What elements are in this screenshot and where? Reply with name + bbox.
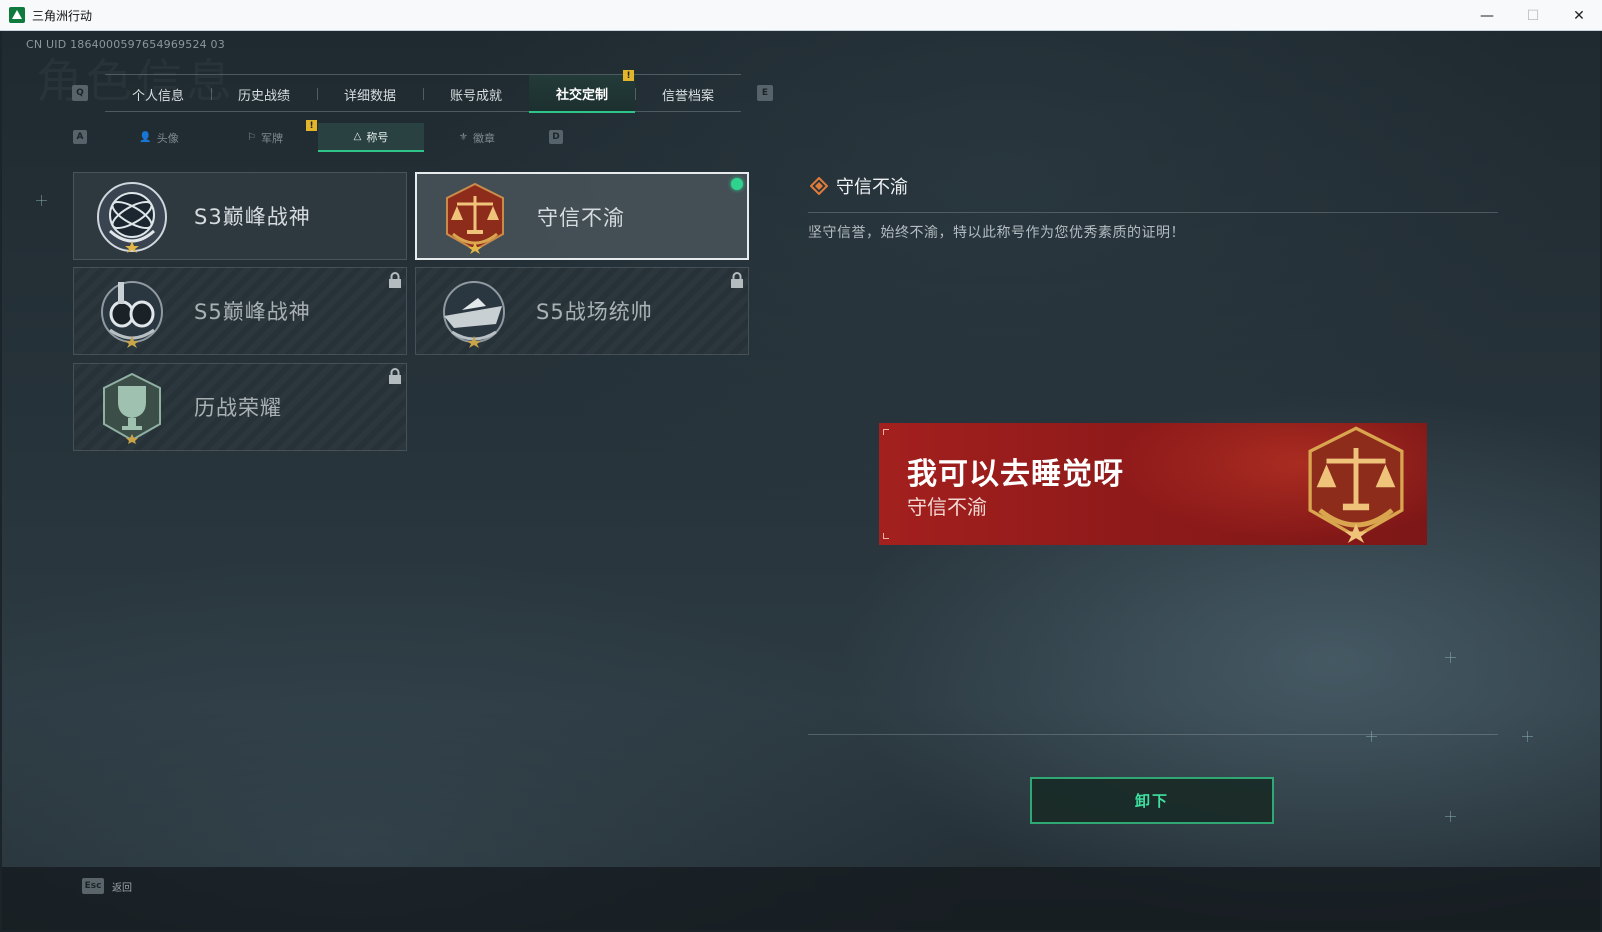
title-card-locked[interactable]: S5战场统帅	[415, 267, 749, 355]
window-titlebar: 三角洲行动 — ☐ ✕	[0, 0, 1602, 31]
subtab-label: 称号	[366, 130, 389, 144]
tab-label: 历史战绩	[237, 88, 290, 104]
person-icon: 👤	[139, 132, 152, 143]
tab-achievements[interactable]: 账号成就	[423, 75, 529, 113]
subtab-avatar[interactable]: 👤 头像	[106, 123, 212, 152]
tab-notice-badge: !	[623, 70, 634, 81]
game-viewport: 角色信息 CN UID 1864000597654969524 03 Q 个人信…	[2, 31, 1600, 930]
detail-description: 坚守信誉，始终不渝，特以此称号作为您优秀素质的证明！	[808, 225, 1185, 241]
subtab-dogtag[interactable]: ⚐ 军牌	[212, 123, 318, 152]
back-label: 返回	[112, 882, 132, 894]
tab-label: 账号成就	[449, 88, 502, 104]
subtab-label: 徽章	[472, 131, 495, 145]
subtab-title[interactable]: △ 称号	[318, 123, 424, 152]
subtab-notice-badge: !	[306, 120, 317, 131]
tab-label: 信誉档案	[661, 88, 714, 104]
detail-title: 守信不渝	[836, 177, 908, 198]
title-card-locked[interactable]: 历战荣耀	[73, 363, 407, 451]
tab-detailed-stats[interactable]: 详细数据	[317, 75, 423, 113]
subtab-label: 军牌	[260, 131, 283, 145]
tab-credit-record[interactable]: 信誉档案	[635, 75, 741, 113]
title-card-locked[interactable]: S5巅峰战神	[73, 267, 407, 355]
title-banner-preview: 我可以去睡觉呀 守信不渝	[879, 423, 1427, 545]
bottom-bar	[2, 867, 1600, 930]
tab-personal-info[interactable]: 个人信息	[105, 75, 211, 113]
deco-cross-icon	[1522, 731, 1533, 742]
title-name: 历战荣耀	[194, 396, 282, 420]
title-card[interactable]: S3巅峰战神	[73, 172, 407, 260]
divider	[808, 212, 1498, 213]
banner-nickname: 我可以去睡觉呀	[907, 457, 1124, 492]
title-name: 守信不渝	[537, 206, 625, 230]
tab-label: 个人信息	[131, 88, 184, 104]
badge-icon: ⚜	[459, 132, 468, 143]
lock-icon	[389, 272, 401, 288]
tab-label: 详细数据	[343, 88, 396, 104]
lock-icon	[389, 368, 401, 384]
unequip-button[interactable]: 卸下	[1030, 777, 1274, 824]
tab-label: 社交定制	[555, 87, 608, 103]
triangle-icon: △	[353, 131, 362, 142]
back-button[interactable]: Esc 返回	[82, 878, 132, 894]
boat-emblem-icon	[443, 281, 505, 348]
close-button[interactable]: ✕	[1556, 0, 1602, 31]
tab-social-customization[interactable]: 社交定制	[529, 75, 635, 113]
lock-icon	[731, 272, 743, 288]
equipped-indicator-icon	[731, 178, 743, 190]
main-tabs: 个人信息 历史战绩 详细数据 账号成就 社交定制 信誉档案	[105, 74, 741, 113]
minimize-button[interactable]: —	[1464, 0, 1510, 31]
deco-cross-icon	[36, 195, 47, 206]
trophy-emblem-icon	[103, 372, 161, 444]
title-name: S5巅峰战神	[194, 300, 311, 324]
banner-title: 守信不渝	[907, 495, 987, 519]
banner-frame-corner	[883, 429, 889, 435]
armillary-emblem-icon	[97, 182, 167, 253]
tab-match-history[interactable]: 历史战绩	[211, 75, 317, 113]
tab-next-key[interactable]: E	[757, 85, 773, 101]
banner-frame-corner	[883, 533, 889, 539]
divider	[808, 734, 1498, 735]
title-name: S5战场统帅	[536, 300, 653, 324]
diamond-icon	[810, 177, 828, 195]
player-uid: CN UID 1864000597654969524 03	[26, 38, 225, 51]
subtab-next-key[interactable]: D	[549, 130, 563, 144]
deco-cross-icon	[1445, 811, 1456, 822]
delta-force-app-icon	[9, 7, 25, 23]
deco-cross-icon	[1445, 652, 1456, 663]
scales-emblem-icon	[1308, 426, 1404, 543]
title-name: S3巅峰战神	[194, 205, 311, 229]
sub-tabs: 👤 头像 ⚐ 军牌 △ 称号 ⚜ 徽章	[106, 123, 530, 152]
title-card-selected[interactable]: 守信不渝	[415, 172, 749, 260]
window-title: 三角洲行动	[32, 8, 93, 23]
subtab-badge[interactable]: ⚜ 徽章	[424, 123, 530, 152]
subtab-prev-key[interactable]: A	[73, 130, 87, 144]
detail-header: 守信不渝	[810, 173, 908, 199]
esc-key: Esc	[82, 878, 104, 894]
tab-prev-key[interactable]: Q	[72, 85, 88, 101]
deco-cross-icon	[1366, 731, 1377, 742]
flag-icon: ⚐	[247, 132, 256, 143]
maximize-button[interactable]: ☐	[1510, 0, 1556, 31]
diving-mask-emblem-icon	[101, 281, 163, 348]
subtab-label: 头像	[156, 131, 179, 145]
scales-emblem-icon	[446, 182, 504, 254]
